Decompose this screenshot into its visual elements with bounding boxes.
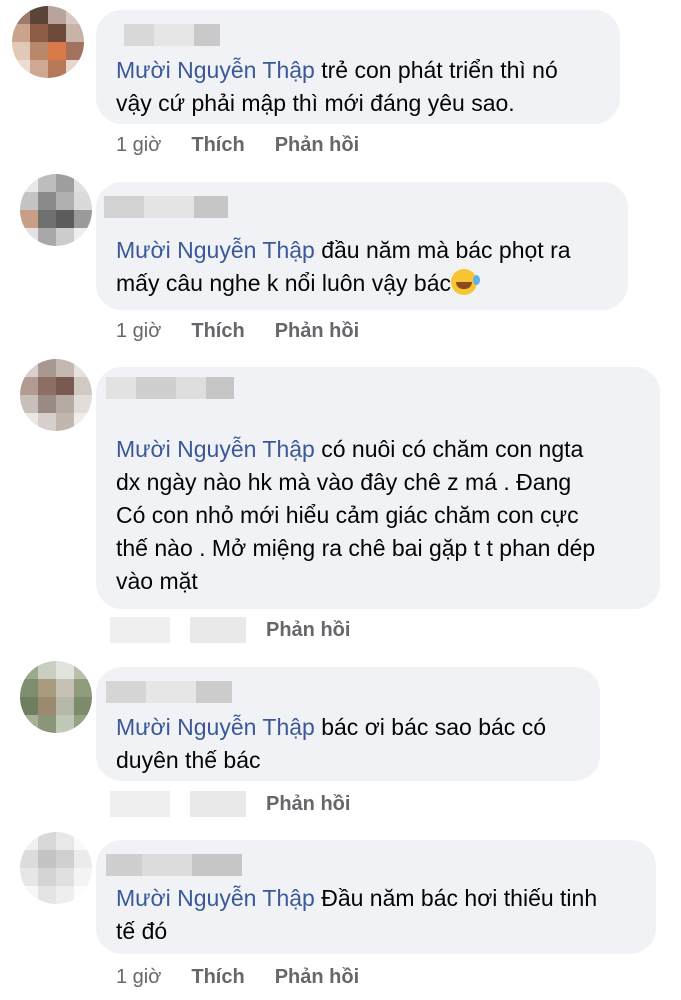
like-button[interactable]: Thích <box>191 134 244 157</box>
like-button[interactable]: Thích <box>191 966 244 989</box>
commenter-name-blurred[interactable] <box>106 377 234 399</box>
comment-time[interactable]: 1 giờ <box>116 966 161 989</box>
blurred-time-like <box>110 617 246 643</box>
commenter-name-blurred[interactable] <box>104 196 228 218</box>
comment-actions: Phản hồi <box>110 789 350 819</box>
commenter-name-blurred[interactable] <box>106 854 242 876</box>
comment-text: Mười Nguyễn Thập trẻ con phát triển thì … <box>116 57 558 116</box>
comment-text: Mười Nguyễn Thập đầu năm mà bác phọt ra … <box>116 237 571 296</box>
mentioned-author-link[interactable]: Mười Nguyễn Thập <box>116 237 315 263</box>
mentioned-author-link[interactable]: Mười Nguyễn Thập <box>116 885 315 911</box>
avatar[interactable] <box>12 6 84 78</box>
comment-bubble: Mười Nguyễn Thập đầu năm mà bác phọt ra … <box>96 182 628 310</box>
avatar[interactable] <box>20 174 92 246</box>
mentioned-author-link[interactable]: Mười Nguyễn Thập <box>116 436 315 462</box>
reply-button[interactable]: Phản hồi <box>275 134 359 157</box>
comment-actions: Phản hồi <box>110 615 350 645</box>
reply-button[interactable]: Phản hồi <box>266 793 350 816</box>
like-button[interactable]: Thích <box>191 320 244 343</box>
comment-actions: 1 giờ Thích Phản hồi <box>116 316 359 346</box>
comment-time[interactable]: 1 giờ <box>116 320 161 343</box>
commenter-name-blurred[interactable] <box>106 681 232 703</box>
blurred-time-like <box>110 791 246 817</box>
comment-text: Mười Nguyễn Thập Đầu năm bác hơi thiếu t… <box>116 885 598 944</box>
reply-button[interactable]: Phản hồi <box>275 320 359 343</box>
comment-bubble: Mười Nguyễn Thập Đầu năm bác hơi thiếu t… <box>96 840 656 954</box>
commenter-name-blurred[interactable] <box>124 24 220 46</box>
rofl-emoji-icon <box>450 269 480 295</box>
reply-button[interactable]: Phản hồi <box>275 966 359 989</box>
comment-bubble: Mười Nguyễn Thập có nuôi có chăm con ngt… <box>96 367 660 609</box>
comment-text: Mười Nguyễn Thập bác ơi bác sao bác có d… <box>116 714 546 773</box>
avatar[interactable] <box>20 661 92 733</box>
comment-bubble: Mười Nguyễn Thập bác ơi bác sao bác có d… <box>96 667 600 781</box>
avatar[interactable] <box>20 832 92 904</box>
comment-actions: 1 giờ Thích Phản hồi <box>116 962 359 992</box>
comment-bubble: Mười Nguyễn Thập trẻ con phát triển thì … <box>96 10 620 124</box>
avatar[interactable] <box>20 359 92 431</box>
mentioned-author-link[interactable]: Mười Nguyễn Thập <box>116 57 315 83</box>
reply-button[interactable]: Phản hồi <box>266 619 350 642</box>
mentioned-author-link[interactable]: Mười Nguyễn Thập <box>116 714 315 740</box>
comment-time[interactable]: 1 giờ <box>116 134 161 157</box>
comment-actions: 1 giờ Thích Phản hồi <box>116 130 359 160</box>
comment-text: Mười Nguyễn Thập có nuôi có chăm con ngt… <box>116 436 596 594</box>
